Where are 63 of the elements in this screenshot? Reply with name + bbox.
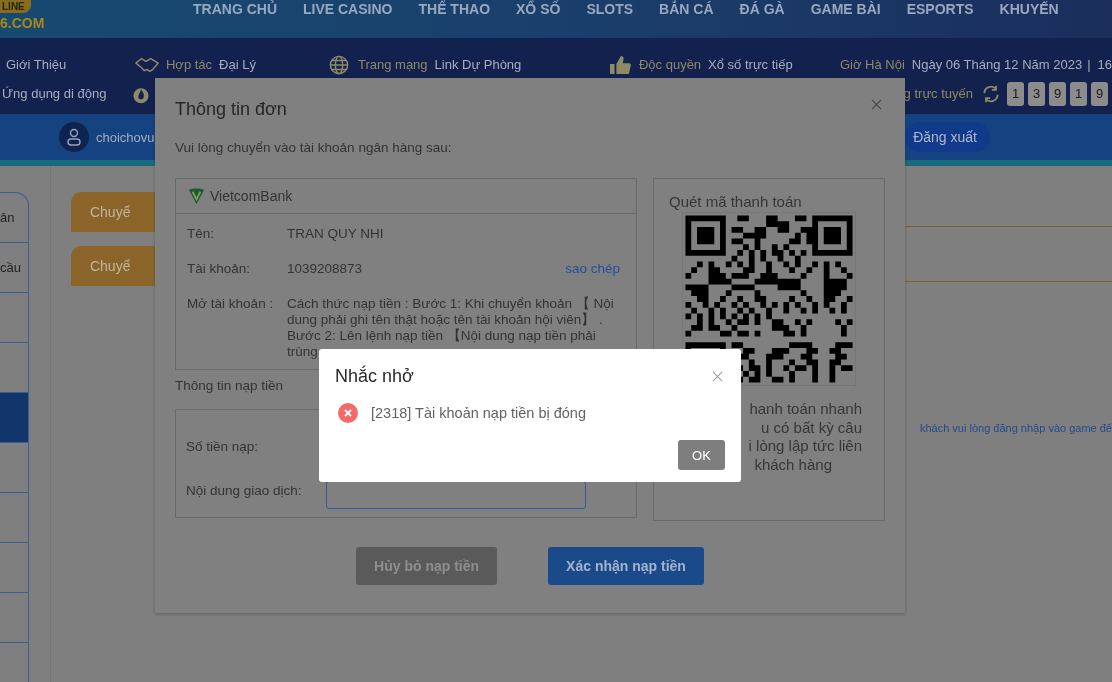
qr-note: u có bất kỳ câu	[761, 418, 862, 437]
sidebar-item[interactable]	[0, 393, 29, 443]
info-label: Trang mạng	[357, 57, 428, 72]
counter-digit: 1	[1070, 81, 1087, 106]
nav-link[interactable]: LIVE CASINO	[303, 1, 393, 17]
qr-title: Quét mã thanh toán	[668, 192, 802, 210]
info-link[interactable]: Link Dự Phòng	[434, 57, 522, 72]
info-link[interactable]: Đại Lý	[219, 57, 256, 72]
instruction-text: Vui lòng chuyển vào tài khoản ngân hàng sau:	[175, 140, 453, 157]
user-icon	[59, 122, 89, 152]
dialog-title: Thông tin đơn	[175, 98, 287, 120]
counter-digit: 3	[1028, 81, 1045, 106]
nav-link[interactable]: ESPORTS	[906, 1, 974, 17]
field-label: Mở tài khoản :	[187, 296, 275, 313]
counter-digit: 1	[1007, 81, 1024, 106]
info-link[interactable]: Giới Thiệu	[6, 57, 67, 72]
info-link[interactable]: Ngày 06 Tháng 12 Năm 2023	[911, 57, 1083, 72]
nav-link[interactable]: GAME BÀI	[810, 1, 881, 17]
nav-link[interactable]: KHUYẾN	[999, 1, 1059, 17]
alert-message: [2318] Tài khoản nạp tiền bị đóng	[371, 405, 586, 421]
thumbs-up-icon	[607, 54, 632, 75]
nav-link[interactable]: XỔ SỐ	[516, 1, 561, 17]
refresh-icon[interactable]	[981, 83, 1001, 104]
section-title: Thông tin nạp tiền	[175, 378, 284, 393]
field-value: Cách thức nạp tiền : Bước 1: Khi chuyển khoản 【 Nội dung phải ghi tên thật hoặc tên tài khoản hội viên】 . Bước 2: Lên lệnh nạp tiền 【Nội dung nạp tiền phải trùng	[287, 296, 615, 360]
sidebar-item[interactable]: cầu	[0, 243, 29, 293]
info-label: Hợp tác	[166, 57, 213, 72]
field-label: Nội dung giao dịch:	[186, 482, 303, 498]
qr-note: khách hàng	[754, 455, 832, 474]
qr-note: i lòng lập tức liên	[748, 437, 862, 456]
separator-text: |	[1087, 57, 1091, 72]
qr-note: hanh toán nhanh	[749, 400, 862, 419]
nav-link[interactable]: ĐÁ GÀ	[739, 1, 785, 17]
counter-digit: 9	[1049, 81, 1066, 106]
info-label: Độc quyền	[638, 57, 702, 72]
field-label: Số tiền nạp:	[186, 438, 260, 454]
nav-link[interactable]: SLOTS	[586, 1, 634, 17]
bank-logo-icon	[187, 186, 206, 206]
sidebar-item[interactable]: ân	[0, 193, 29, 243]
field-label: Tên:	[187, 226, 215, 242]
close-icon[interactable]	[712, 370, 723, 382]
info-label: Giờ Hà Nội	[839, 57, 905, 72]
logo-text: 6.COM	[0, 15, 45, 31]
bank-name: VietcomBank	[210, 188, 293, 204]
ok-button[interactable]: OK	[678, 440, 725, 470]
close-icon[interactable]	[871, 98, 882, 110]
field-label: Tài khoản:	[187, 261, 252, 277]
alert-title: Nhắc nhở	[335, 365, 414, 387]
nav-link[interactable]: TRANG CHỦ	[193, 1, 277, 17]
nav-link[interactable]: THỂ THAO	[418, 1, 491, 17]
logout-button[interactable]: Đăng xuất	[905, 122, 990, 152]
counter-digit: 9	[1091, 81, 1108, 106]
info-link[interactable]: Xổ số trực tiếp	[708, 57, 793, 72]
error-icon	[338, 403, 358, 423]
field-value: TRAN QUY NHI	[287, 226, 385, 242]
info-link[interactable]: Ứng dụng di động	[2, 86, 133, 101]
logo-ribbon: LINE	[0, 0, 31, 13]
input-field[interactable]	[326, 481, 586, 509]
username: choichovu	[96, 129, 155, 145]
field-value: 1039208873	[287, 261, 364, 277]
dialog-button[interactable]: Xác nhận nạp tiền	[548, 547, 704, 585]
clock-text: 16	[1097, 57, 1112, 72]
nav-link[interactable]: BẮN CÁ	[659, 1, 714, 17]
